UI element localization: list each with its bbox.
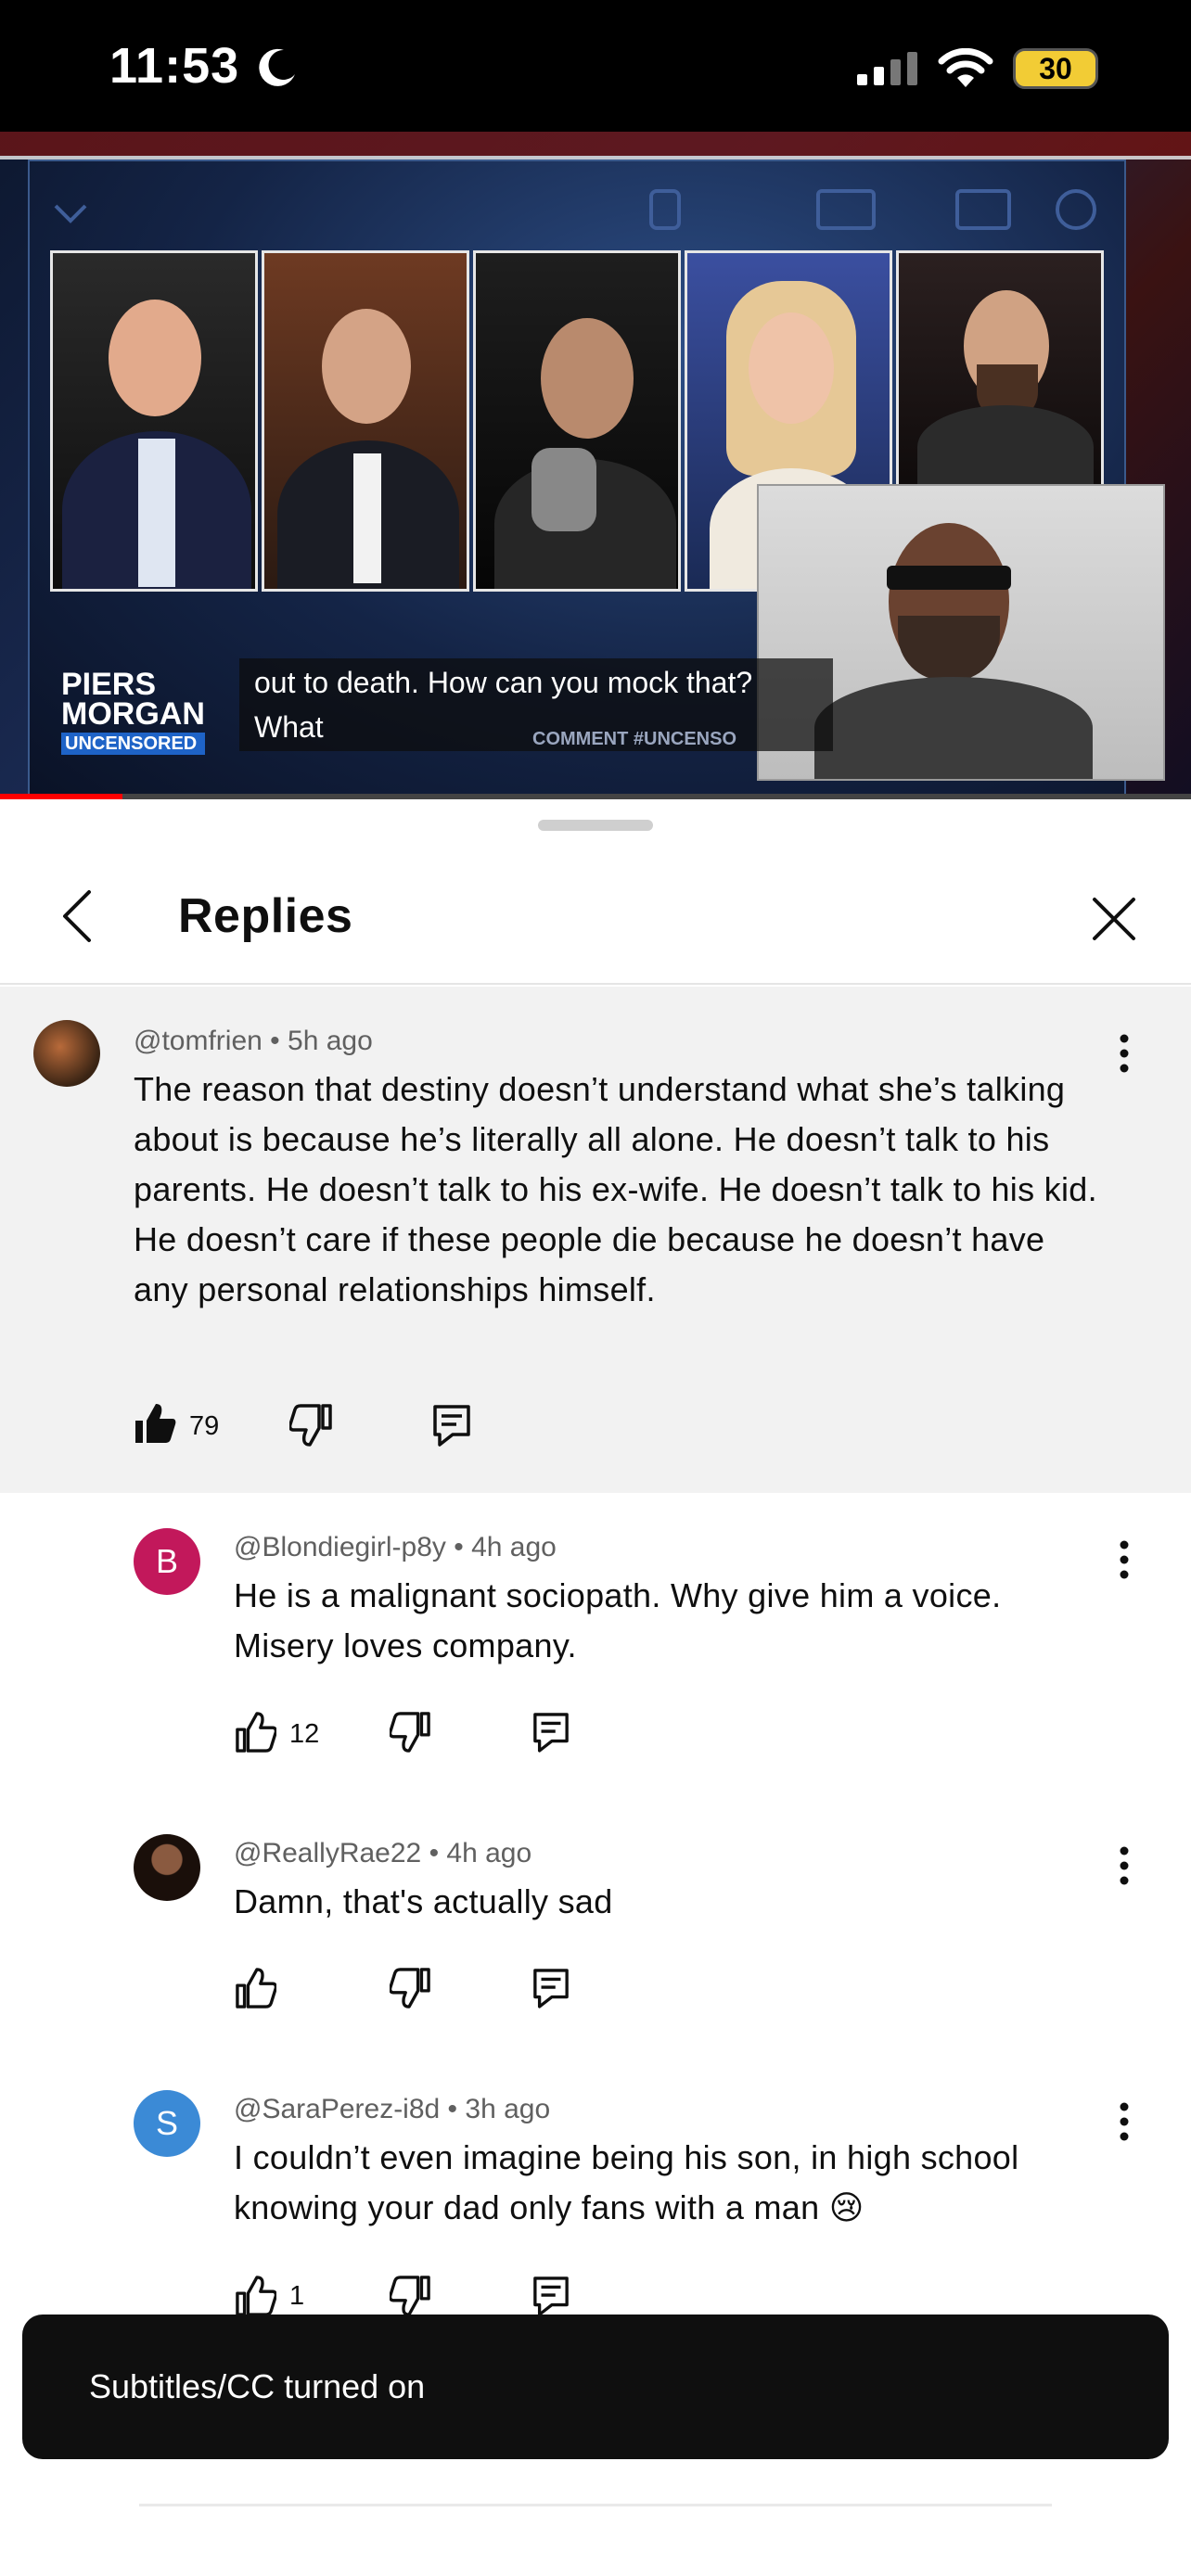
comment-author[interactable]: @SaraPerez-i8d	[234, 2094, 440, 2124]
player-controls-overlay	[54, 189, 1096, 230]
avatar[interactable]	[33, 1020, 100, 1087]
back-arrow-icon[interactable]	[52, 886, 108, 946]
home-indicator	[139, 2504, 1052, 2506]
comment-meta: @ReallyRae22 • 4h ago	[234, 1838, 532, 1868]
avatar[interactable]	[134, 1834, 200, 1901]
like-icon[interactable]	[236, 1712, 276, 1753]
show-logo: PIERS MORGAN UNCENSORED	[61, 669, 205, 755]
battery-indicator: 30	[1013, 48, 1098, 89]
video-player[interactable]: PIERS MORGAN UNCENSORED out to death. Ho…	[0, 132, 1191, 797]
status-bar: 11:53 30	[0, 0, 1191, 132]
pause-icon	[649, 189, 681, 230]
comment-author[interactable]: @tomfrien	[134, 1026, 263, 1056]
reply-icon[interactable]	[532, 1968, 570, 2009]
flag-background	[0, 132, 1191, 159]
show-logo-sub: UNCENSORED	[61, 733, 205, 755]
like-count: 79	[189, 1411, 220, 1441]
dislike-icon[interactable]	[390, 2276, 430, 2316]
reply-icon[interactable]	[532, 2276, 570, 2316]
comment-meta: @SaraPerez-i8d • 3h ago	[234, 2094, 551, 2124]
cc-icon	[955, 189, 1011, 230]
close-icon[interactable]	[1087, 892, 1141, 946]
moon-icon	[259, 48, 295, 86]
comment-time: 5h ago	[288, 1026, 373, 1056]
snackbar-toast: Subtitles/CC turned on	[22, 2315, 1169, 2459]
reply-icon[interactable]	[532, 1712, 570, 1753]
video-panel-guest-1	[262, 250, 469, 592]
comment-text: He is a malignant sociopath. Why give hi…	[234, 1576, 1002, 1664]
like-count: 1	[289, 2281, 305, 2311]
comment-author[interactable]: @ReallyRae22	[234, 1838, 421, 1868]
like-icon[interactable]	[236, 1968, 276, 2009]
page-title: Replies	[178, 889, 353, 943]
avatar[interactable]: S	[134, 2090, 200, 2157]
like-icon[interactable]	[236, 2276, 276, 2316]
dislike-icon[interactable]	[390, 1968, 430, 2009]
cast-icon	[816, 189, 876, 230]
more-options-icon[interactable]	[1106, 1843, 1143, 1890]
settings-icon	[1056, 189, 1096, 230]
comment-author[interactable]: @Blondiegirl-p8y	[234, 1532, 446, 1562]
comment-time: 3h ago	[465, 2094, 551, 2124]
more-options-icon[interactable]	[1106, 1537, 1143, 1584]
ticker-text: COMMENT #UNCENSO	[532, 729, 737, 749]
more-options-icon[interactable]	[1106, 2099, 1143, 2146]
comment-meta: @tomfrien • 5h ago	[134, 1026, 373, 1056]
video-panel-guest-4	[896, 250, 1104, 491]
comment-text: Damn, that's actually sad	[234, 1882, 613, 1920]
collapse-icon	[54, 204, 87, 223]
more-options-icon[interactable]	[1106, 1031, 1143, 1078]
video-panel-host	[50, 250, 258, 592]
reply-icon[interactable]	[432, 1404, 471, 1447]
dislike-icon[interactable]	[390, 1712, 430, 1753]
dislike-icon[interactable]	[289, 1404, 332, 1447]
comment-time: 4h ago	[471, 1532, 557, 1562]
drag-handle[interactable]	[538, 820, 653, 831]
comment-time: 4h ago	[446, 1838, 532, 1868]
like-count: 12	[289, 1719, 320, 1749]
comment-text: The reason that destiny doesn’t understa…	[134, 1070, 1097, 1308]
wifi-icon	[938, 48, 993, 87]
avatar[interactable]: B	[134, 1528, 200, 1595]
video-panel-guest-2	[473, 250, 681, 592]
status-time: 11:53	[109, 38, 240, 94]
caption-line-1: out to death. How can you mock that?	[254, 666, 753, 699]
comment-meta: @Blondiegirl-p8y • 4h ago	[234, 1532, 557, 1562]
comment-text: I couldn’t even imagine being his son, i…	[234, 2138, 1019, 2226]
like-icon[interactable]	[134, 1402, 176, 1445]
cellular-signal-icon	[857, 52, 917, 85]
show-logo-line2: MORGAN	[61, 696, 205, 732]
